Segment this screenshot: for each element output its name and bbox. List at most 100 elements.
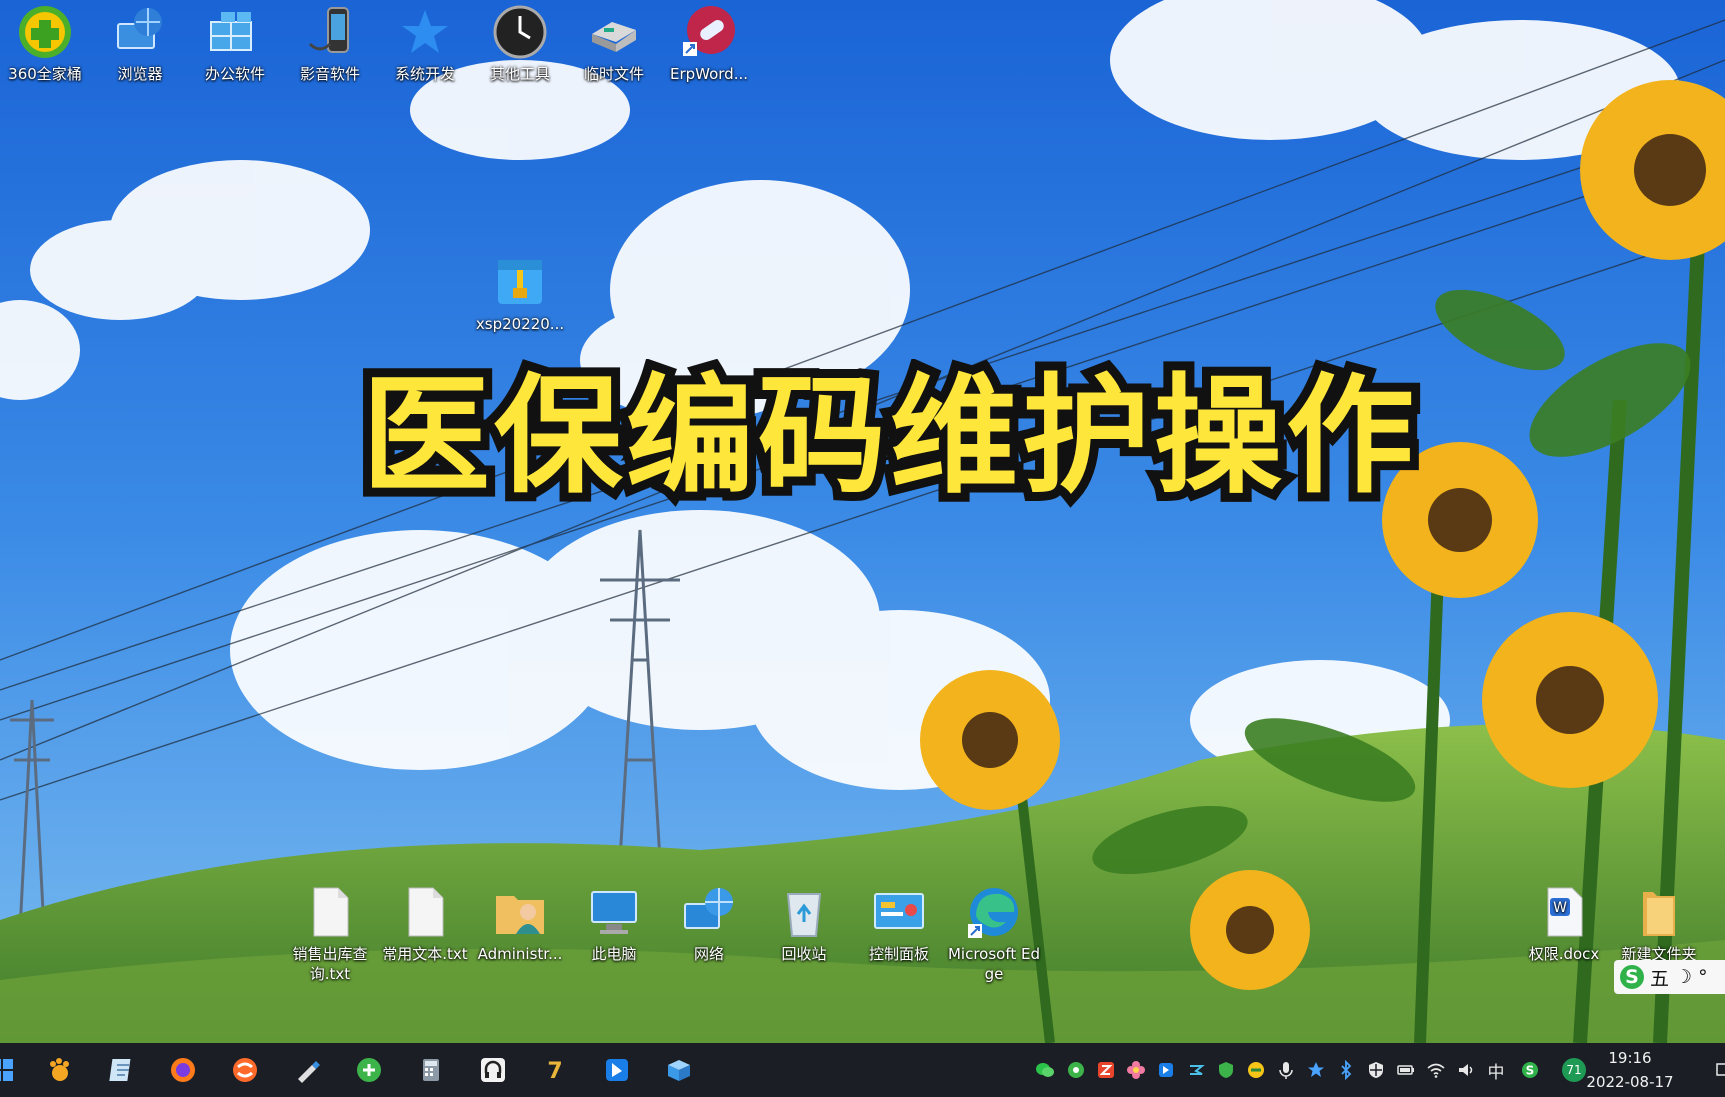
desktop-icon-zip[interactable]: xsp20220... [473, 254, 567, 334]
taskbar-app-firefox[interactable] [163, 1050, 203, 1090]
desktop-icon-label: ErpWord... [669, 65, 749, 83]
clock-icon [493, 5, 547, 59]
tray-wechat[interactable] [1033, 1058, 1057, 1082]
desktop-icon-edge[interactable]: Microsoft Edge [947, 884, 1041, 984]
sogou-logo-icon: S [1620, 965, 1644, 989]
taskbar-app-7zip[interactable]: 7 [535, 1050, 575, 1090]
network-icon [684, 888, 733, 929]
desktop-icon-common-txt[interactable]: 常用文本.txt [378, 884, 472, 964]
wechat-icon [1036, 1063, 1054, 1077]
desktop-icon-label: 其他工具 [489, 65, 550, 83]
tray-sogou[interactable] [1184, 1058, 1208, 1082]
notification-icon [1716, 1063, 1725, 1076]
7zip-icon: 7 [547, 1059, 562, 1084]
desktop-icon-permissions-docx[interactable]: W 权限.docx [1517, 884, 1611, 964]
svg-text:W: W [1553, 900, 1567, 916]
sogou-browser-icon [233, 1058, 257, 1082]
desktop-icon-this-pc[interactable]: 此电脑 [567, 884, 661, 964]
speaker-icon [1459, 1064, 1473, 1076]
desktop-icon-office[interactable]: 办公软件 [188, 4, 282, 84]
clock-date: 2022-08-17 [1586, 1073, 1674, 1091]
desktop-icon-label: Microsoft Edge [947, 945, 1041, 983]
desktop-icon-label: 浏览器 [117, 65, 163, 83]
desktop-icon-label: 权限.docx [1528, 945, 1600, 963]
tray-flower[interactable] [1124, 1058, 1148, 1082]
desktop-icon-tools[interactable]: 其他工具 [473, 4, 567, 84]
wifi-icon [1427, 1063, 1445, 1078]
taskbar-app-notepad[interactable] [102, 1050, 142, 1090]
desktop-icon-new-folder[interactable]: 新建文件夹 [1612, 884, 1706, 964]
taskbar-app-360-browser[interactable] [349, 1050, 389, 1090]
tray-microphone[interactable] [1274, 1058, 1298, 1082]
taskbar-app-sogou[interactable] [225, 1050, 265, 1090]
taskbar-app-tool[interactable] [287, 1050, 327, 1090]
tray-green-app[interactable] [1244, 1058, 1268, 1082]
zip-archive-icon [498, 260, 542, 304]
360-suite-icon [19, 6, 71, 58]
baidu-paw-icon [50, 1058, 69, 1081]
taskbar-app-headset[interactable] [473, 1050, 513, 1090]
notification-button[interactable] [1712, 1058, 1725, 1082]
app-tray-icon [1159, 1063, 1173, 1077]
desktop-icon-label: 网络 [693, 945, 724, 963]
desktop-icon-label: 360全家桶 [8, 65, 82, 83]
desktop-icon-label: 此电脑 [591, 945, 637, 963]
start-button[interactable] [0, 1050, 22, 1090]
desktop-icon-tempfiles[interactable]: 临时文件 [567, 4, 661, 84]
desktop-icon-media[interactable]: 影音软件 [283, 4, 377, 84]
desktop-icon-erpword[interactable]: ErpWord... [662, 4, 756, 84]
tray-browser[interactable] [1064, 1058, 1088, 1082]
word-doc-icon: W [1547, 887, 1583, 937]
star-icon [402, 10, 448, 53]
desktop-icon-label: 回收站 [781, 945, 827, 963]
tray-bluetooth[interactable] [1334, 1058, 1358, 1082]
desktop-icon-label: 系统开发 [394, 65, 455, 83]
windows-start-icon [0, 1059, 13, 1081]
computer-icon [591, 891, 637, 934]
green-app-icon [1248, 1062, 1264, 1078]
taskbar-app-feishu[interactable] [597, 1050, 637, 1090]
desktop-icon-360[interactable]: 360全家桶 [0, 4, 92, 84]
ime-toolbar[interactable]: S 五 ☽ ° [1614, 960, 1725, 994]
taskbar-clock[interactable]: 19:16 2022-08-17 [1575, 1046, 1685, 1094]
desktop-icon-recycle-bin[interactable]: 回收站 [757, 884, 851, 964]
input-language[interactable]: 中 [1484, 1058, 1508, 1083]
punctuation-icon[interactable]: ° [1698, 966, 1708, 988]
flower-icon [1127, 1061, 1145, 1079]
desktop-icon-sales-txt[interactable]: 销售出库查询.txt [283, 884, 377, 984]
tool-pen-icon [298, 1061, 320, 1083]
pill-shortcut-icon [683, 6, 735, 56]
tray-sogou-s[interactable]: S [1518, 1058, 1542, 1082]
microphone-icon [1279, 1062, 1293, 1079]
tray-speaker[interactable] [1454, 1058, 1478, 1082]
moon-icon[interactable]: ☽ [1675, 966, 1692, 988]
tray-wifi[interactable] [1424, 1058, 1448, 1082]
ime-mode-label[interactable]: 五 [1650, 964, 1669, 991]
drive-icon [592, 22, 636, 52]
desktop-icon-network[interactable]: 网络 [662, 884, 756, 964]
taskbar: 7 中 S 71 19:16 2022-08-17 [0, 1043, 1725, 1097]
svg-text:S: S [1526, 1064, 1535, 1078]
desktop-icon-label: 常用文本.txt [382, 945, 468, 963]
tray-app[interactable] [1154, 1058, 1178, 1082]
desktop-icon-control-panel[interactable]: 控制面板 [852, 884, 946, 964]
security-icon [1369, 1062, 1383, 1078]
desktop-icon-administrator[interactable]: Administr... [473, 884, 567, 964]
taskbar-app-package[interactable] [659, 1050, 699, 1090]
tray-security[interactable] [1364, 1058, 1388, 1082]
feishu-icon [606, 1059, 628, 1081]
desktop-icon-browser[interactable]: 浏览器 [93, 4, 187, 84]
taskbar-app-baidu[interactable] [40, 1050, 80, 1090]
360-browser-icon [357, 1058, 381, 1082]
taskbar-app-calculator[interactable] [411, 1050, 451, 1090]
tray-office[interactable] [1094, 1058, 1118, 1082]
tray-shield[interactable] [1214, 1058, 1238, 1082]
tray-star[interactable] [1304, 1058, 1328, 1082]
browser-tray-icon [1068, 1062, 1084, 1078]
tray-battery[interactable] [1394, 1058, 1418, 1082]
video-title-banner: 医保编码维护操作 [353, 353, 1423, 520]
desktop-icon-label: 临时文件 [583, 65, 644, 83]
desktop-icon-sysdev[interactable]: 系统开发 [378, 4, 472, 84]
clock-time: 19:16 [1608, 1049, 1652, 1067]
folder-icon [1643, 892, 1675, 936]
